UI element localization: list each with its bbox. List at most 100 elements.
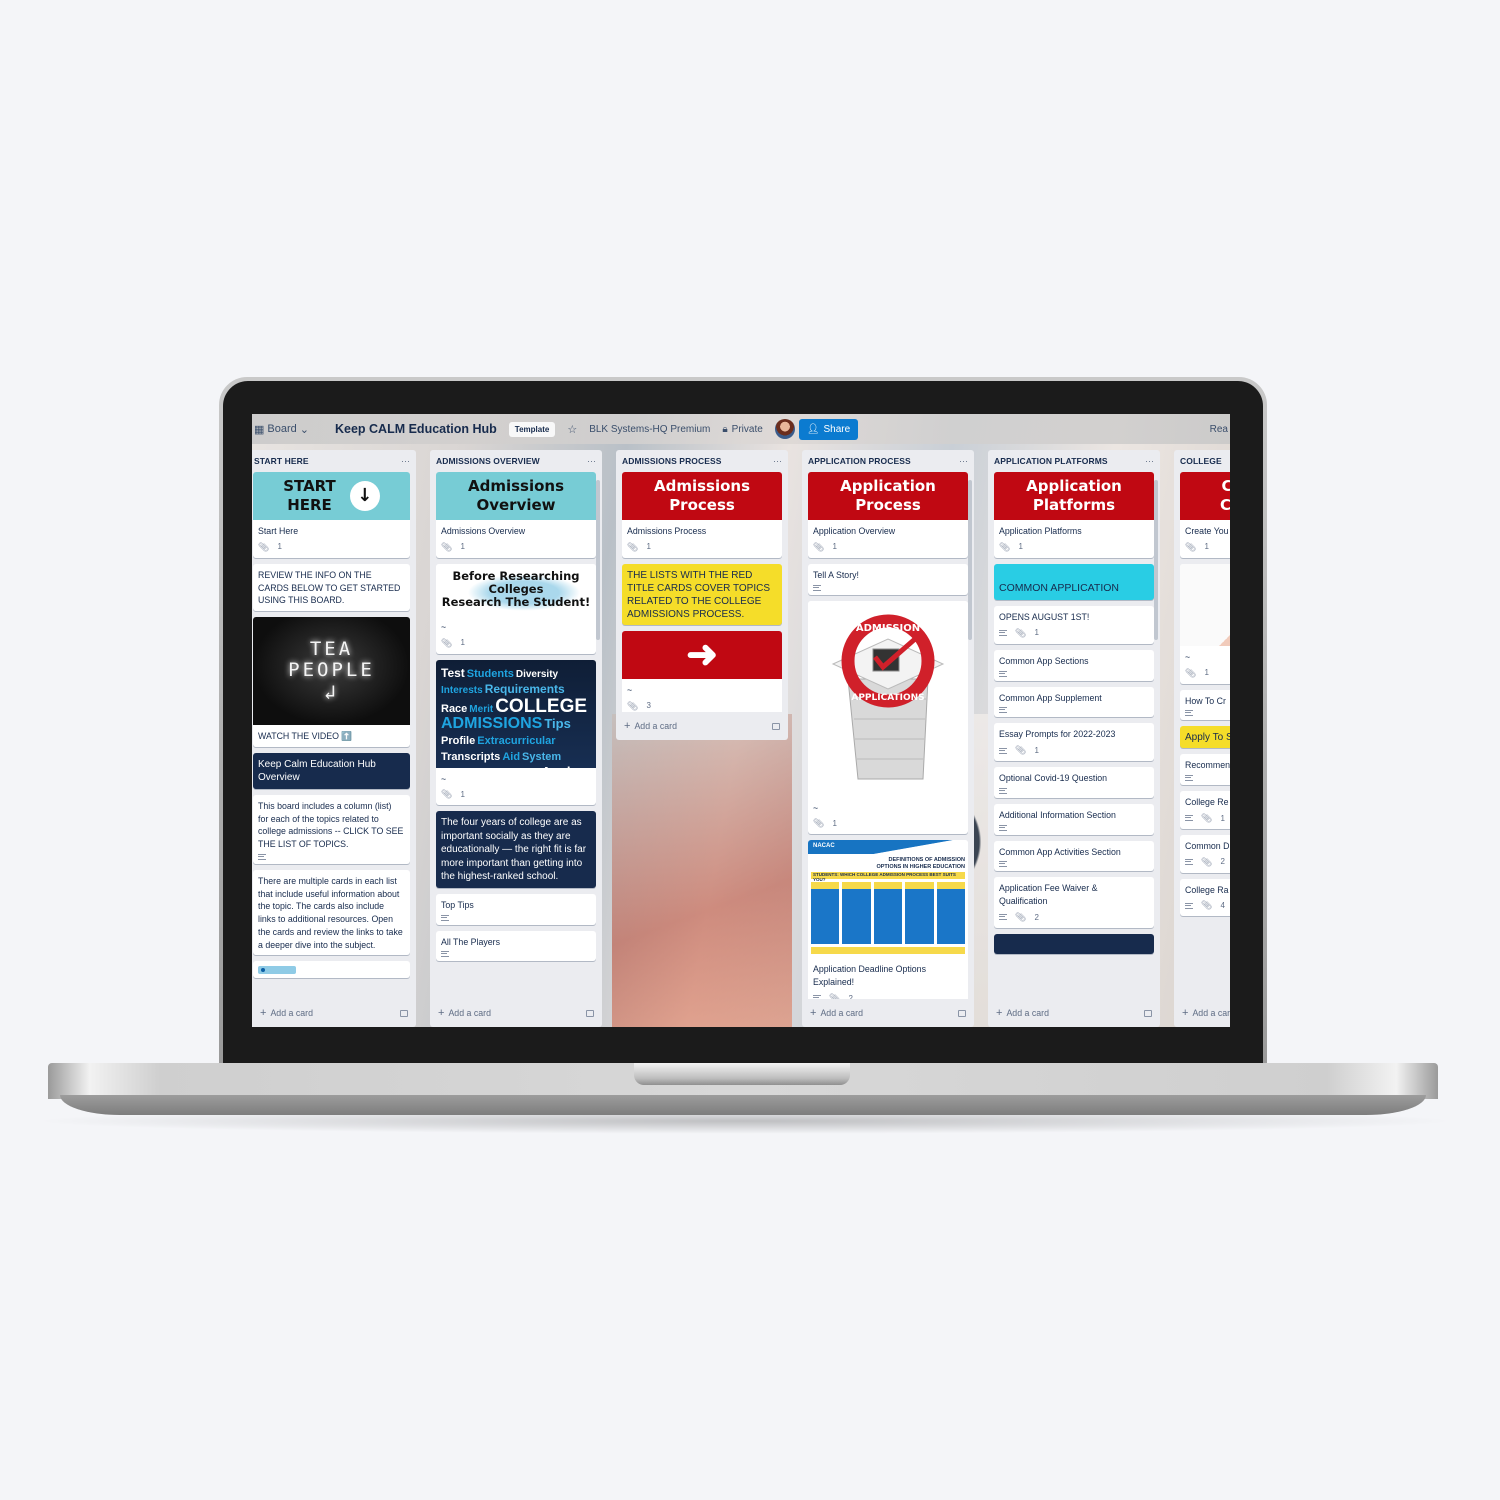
board-icon: ▦ (254, 423, 265, 436)
word-cloud-word: Race (441, 702, 468, 715)
attachment-count: 2 (1034, 912, 1039, 922)
nacac-infographic-image: NACAC DEFINITIONS OF ADMISSION OPTIONS IN… (808, 840, 968, 959)
card[interactable]: CrCo Create You 📎︎ 1 (1180, 472, 1230, 558)
board-title[interactable]: Keep CALM Education Hub (335, 422, 497, 436)
add-card-button[interactable]: +Add a card (996, 1007, 1049, 1019)
share-button[interactable]: 👤︎ Share (798, 418, 859, 440)
star-icon[interactable]: ☆ (567, 423, 577, 436)
more-icon[interactable]: ··· (773, 456, 782, 466)
card[interactable] (994, 933, 1154, 954)
card-template-icon[interactable] (400, 1009, 408, 1017)
visibility-button[interactable]: 🔒︎ Private (722, 424, 762, 435)
more-icon[interactable]: ··· (959, 456, 968, 466)
card[interactable]: This board includes a column (list) for … (253, 794, 410, 864)
card[interactable]: ➜ ~ 📎︎ 3 (622, 630, 782, 712)
card[interactable]: College Ra 📎︎ 4 (1180, 878, 1230, 917)
description-icon (1185, 859, 1193, 866)
card[interactable]: START HERE ↓ Start Here 📎︎ 1 (253, 472, 410, 558)
card[interactable]: NACAC DEFINITIONS OF ADMISSION OPTIONS IN… (808, 840, 968, 999)
header-right-button[interactable]: Rea (1210, 424, 1230, 435)
add-card-button[interactable]: +Add a card (624, 720, 677, 732)
card[interactable]: Application Process Application Overview … (808, 472, 968, 558)
card[interactable]: Application Platforms Application Platfor… (994, 472, 1154, 558)
card-title: Application Overview (813, 526, 896, 536)
arrow-down-icon: ↓ (349, 481, 380, 511)
list-title[interactable]: APPLICATION PROCESS (808, 456, 911, 466)
card[interactable]: Application Fee Waiver & Qualification 📎… (994, 877, 1154, 928)
card[interactable]: Recommen to Apply To (1180, 754, 1230, 786)
paper-stack-check-icon: ADMISSION APPLICATIONS (831, 614, 945, 780)
card[interactable]: Before Researching Colleges Research The … (436, 563, 596, 654)
card[interactable]: Test Students Diversity Interests Requiremen… (436, 659, 596, 806)
board-view-switcher[interactable]: ▦ Board ⌄ (254, 423, 309, 436)
more-icon[interactable]: ··· (587, 456, 596, 466)
word-cloud-word: Requirements (484, 681, 565, 696)
attachment-count: 1 (1034, 628, 1039, 638)
card[interactable]: ~ 📎︎ 1 (1180, 563, 1230, 684)
card[interactable]: Optional Covid-19 Question (994, 767, 1154, 798)
card[interactable]: Admissions Process Admissions Process 📎︎ 1 (622, 472, 782, 558)
paperclip-icon: 📎︎ (1015, 627, 1027, 638)
card[interactable]: Top Tips (436, 893, 596, 925)
card[interactable]: College Re 📎︎ 1 (1180, 791, 1230, 829)
card[interactable]: Admissions Overview Admissions Overview 📎… (436, 472, 596, 558)
description-icon (441, 951, 449, 958)
more-icon[interactable]: ··· (401, 456, 410, 466)
list-scrollbar[interactable] (596, 480, 600, 640)
card[interactable]: The four years of college are as importa… (436, 811, 596, 888)
list-start-here: START HERE ··· START HERE ↓ Start Here 📎︎… (252, 450, 416, 1027)
list-scrollbar[interactable] (1154, 480, 1158, 640)
card[interactable]: OPENS AUGUST 1ST! 📎︎ 1 (994, 606, 1154, 644)
card[interactable]: Apply To Schools (1180, 726, 1230, 749)
list-title[interactable]: START HERE (254, 456, 309, 466)
card-title: ~ (813, 802, 819, 813)
card-template-icon[interactable] (1144, 1009, 1152, 1017)
card-title: Application Fee Waiver & Qualification (999, 883, 1098, 907)
card-template-icon[interactable] (586, 1009, 594, 1017)
description-icon (813, 995, 821, 999)
add-card-button[interactable]: +Add a card (1182, 1007, 1230, 1019)
card[interactable]: Keep Calm Education Hub Overview (253, 752, 410, 789)
card-template-icon[interactable] (958, 1009, 966, 1017)
card[interactable]: Common App Activities Section (994, 840, 1154, 872)
card[interactable]: ADMISSION APPLICATIONS ~ 📎︎ 1 (808, 600, 968, 835)
card[interactable]: Common D 📎︎ 2 (1180, 834, 1230, 873)
card-title: Additional Information Section (999, 809, 1116, 820)
card[interactable]: How To Cr (1180, 689, 1230, 721)
workspace-button[interactable]: BLK Systems-HQ Premium (589, 424, 710, 435)
card-template-icon[interactable] (772, 722, 780, 730)
list-scrollbar[interactable] (968, 480, 972, 640)
card[interactable]: There are multiple cards in each list th… (253, 869, 410, 956)
card-title: Recommen to Apply To (1185, 760, 1230, 771)
laptop-base-lower (60, 1095, 1426, 1115)
card[interactable]: Common App Sections (994, 649, 1154, 681)
list-title[interactable]: ADMISSIONS PROCESS (622, 456, 722, 466)
more-icon[interactable]: ··· (1145, 456, 1154, 466)
card[interactable]: Additional Information Section (994, 803, 1154, 835)
card[interactable]: COMMON APPLICATION (994, 563, 1154, 601)
avatar[interactable] (774, 419, 795, 439)
card[interactable] (253, 961, 410, 979)
card-title: Common App Supplement (999, 692, 1102, 703)
list-title[interactable]: APPLICATION PLATFORMS (994, 456, 1108, 466)
add-member-icon: 👤︎ (806, 423, 820, 435)
card[interactable]: Essay Prompts for 2022-2023 📎︎ 1 (994, 723, 1154, 762)
add-card-button[interactable]: +Add a card (260, 1007, 313, 1019)
card[interactable]: Tell A Story! (808, 563, 968, 595)
card[interactable]: TEA PEOPLE ↲ WATCH THE VIDEO ⬆️ (253, 617, 410, 747)
card[interactable]: REVIEW THE INFO ON THE CARDS BELOW TO GE… (253, 563, 410, 612)
list-application-platforms: APPLICATION PLATFORMS ··· Application Pla… (988, 450, 1160, 1027)
card[interactable]: Common App Supplement (994, 686, 1154, 718)
add-card-button[interactable]: +Add a card (438, 1007, 491, 1019)
card-title: Top Tips (441, 899, 474, 910)
description-icon (258, 853, 266, 860)
list-title[interactable]: COLLEGE (1180, 456, 1222, 466)
card[interactable]: All The Players (436, 930, 596, 962)
description-icon (1185, 902, 1193, 909)
add-card-button[interactable]: +Add a card (810, 1007, 863, 1019)
paperclip-icon: 📎︎ (1201, 856, 1213, 867)
list-title[interactable]: ADMISSIONS OVERVIEW (436, 456, 540, 466)
card-title: How To Cr (1185, 695, 1226, 706)
card[interactable]: THE LISTS WITH THE RED TITLE CARDS COVER… (622, 563, 782, 625)
arrow-right-icon: ➜ (622, 630, 782, 679)
